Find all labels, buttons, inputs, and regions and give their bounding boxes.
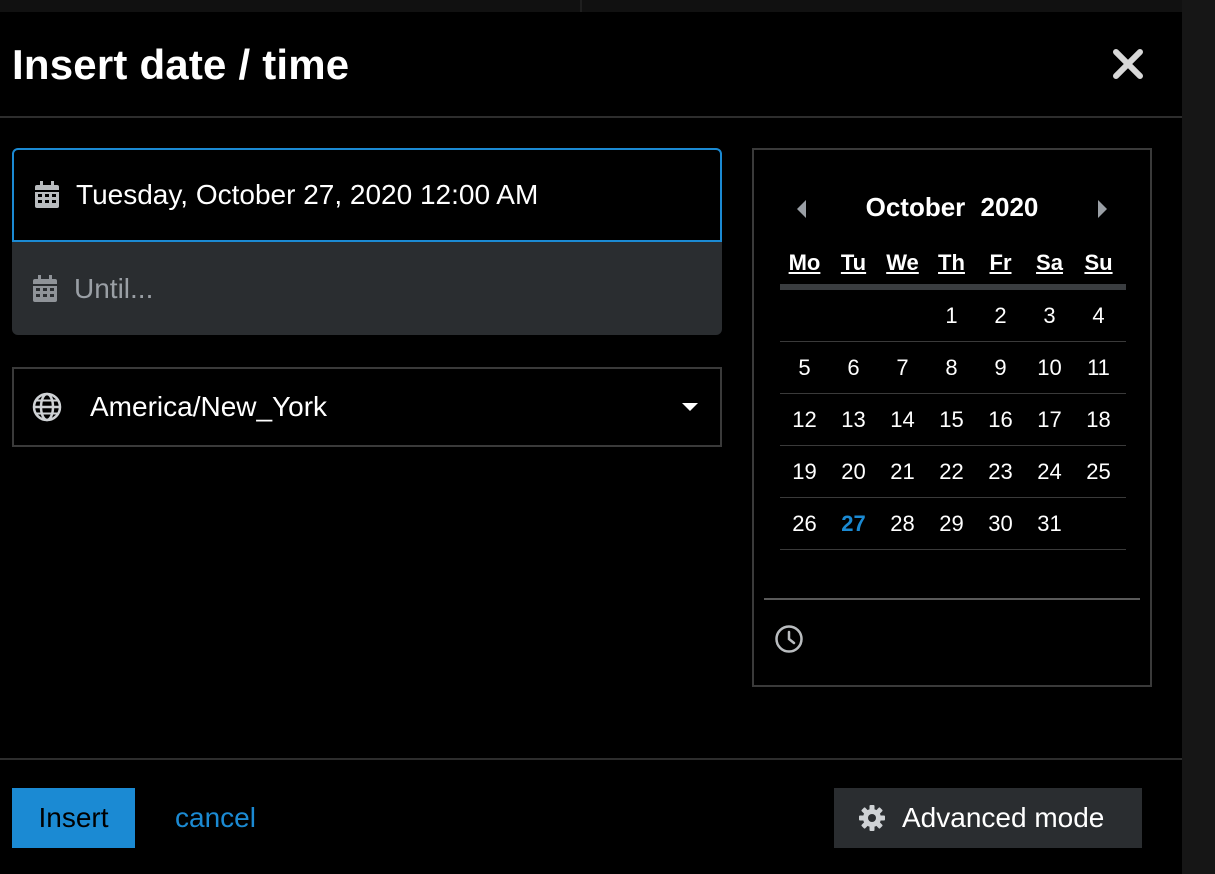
calendar-day[interactable]: 21 bbox=[878, 459, 927, 485]
calendar-day[interactable]: 17 bbox=[1025, 407, 1074, 433]
close-button[interactable] bbox=[1108, 44, 1148, 84]
calendar-day[interactable]: 11 bbox=[1074, 355, 1123, 381]
calendar-day[interactable]: 18 bbox=[1074, 407, 1123, 433]
weekday-label: Th bbox=[938, 250, 965, 275]
calendar-day[interactable]: 8 bbox=[927, 355, 976, 381]
calendar-day[interactable]: 31 bbox=[1025, 511, 1074, 537]
header-divider bbox=[0, 116, 1182, 118]
advanced-mode-label: Advanced mode bbox=[902, 802, 1105, 833]
background-page-strip bbox=[1182, 0, 1215, 874]
weekday-label: Tu bbox=[840, 250, 867, 275]
calendar-week: 19 20 21 22 23 24 25 bbox=[780, 446, 1126, 498]
gear-icon bbox=[858, 804, 886, 832]
start-date-field[interactable]: Tuesday, October 27, 2020 12:00 AM bbox=[12, 148, 722, 242]
timezone-select[interactable]: America/New_York bbox=[12, 367, 722, 447]
weekday-label: We bbox=[886, 250, 919, 275]
cancel-link[interactable]: cancel bbox=[175, 802, 256, 834]
calendar-day[interactable]: 23 bbox=[976, 459, 1025, 485]
calendar-day[interactable]: 1 bbox=[927, 303, 976, 329]
weekday-label: Su bbox=[1084, 250, 1113, 275]
close-icon bbox=[1111, 47, 1145, 81]
calendar-day[interactable]: 16 bbox=[976, 407, 1025, 433]
calendar-day[interactable]: 22 bbox=[927, 459, 976, 485]
calendar-day[interactable]: 15 bbox=[927, 407, 976, 433]
calendar-day[interactable]: 30 bbox=[976, 511, 1025, 537]
calendar-week: 1 2 3 4 bbox=[780, 290, 1126, 342]
calendar-day[interactable]: 6 bbox=[829, 355, 878, 381]
dialog-title: Insert date / time bbox=[12, 41, 350, 88]
calendar-day[interactable]: 2 bbox=[976, 303, 1025, 329]
calendar-day[interactable]: 28 bbox=[878, 511, 927, 537]
calendar-day-selected[interactable]: 27 bbox=[829, 511, 878, 537]
weekday-label: Mo bbox=[788, 250, 821, 275]
weekday-label: Fr bbox=[989, 250, 1012, 275]
calendar-day[interactable]: 13 bbox=[829, 407, 878, 433]
footer-divider bbox=[0, 758, 1182, 760]
calendar-day[interactable]: 7 bbox=[878, 355, 927, 381]
calendar-week: 12 13 14 15 16 17 18 bbox=[780, 394, 1126, 446]
calendar-day[interactable]: 10 bbox=[1025, 355, 1074, 381]
calendar-day[interactable]: 14 bbox=[878, 407, 927, 433]
calendar-day[interactable]: 26 bbox=[780, 511, 829, 537]
calendar-day[interactable]: 3 bbox=[1025, 303, 1074, 329]
chevron-right-icon[interactable] bbox=[1096, 198, 1110, 220]
calendar-day[interactable]: 25 bbox=[1074, 459, 1123, 485]
calendar-day[interactable]: 19 bbox=[780, 459, 829, 485]
clock-icon[interactable] bbox=[774, 624, 804, 654]
insert-date-dialog: Insert date / time Tuesday, October 27, … bbox=[0, 12, 1182, 874]
calendar-day[interactable]: 24 bbox=[1025, 459, 1074, 485]
weekday-label: Sa bbox=[1036, 250, 1063, 275]
calendar-month-label: October 2020 bbox=[754, 192, 1150, 223]
calendar-grid: Mo Tu We Th Fr Sa Su 1 2 3 4 5 6 7 8 9 1… bbox=[780, 248, 1126, 550]
calendar-month: October bbox=[865, 192, 966, 222]
calendar-time-divider bbox=[764, 598, 1140, 600]
calendar-year: 2020 bbox=[980, 192, 1039, 222]
until-date-placeholder: Until... bbox=[74, 272, 154, 304]
date-range-group: Tuesday, October 27, 2020 12:00 AM Until… bbox=[12, 148, 722, 335]
caret-down-icon bbox=[680, 401, 700, 413]
calendar-week: 26 27 28 29 30 31 bbox=[780, 498, 1126, 550]
calendar-weekday-header: Mo Tu We Th Fr Sa Su bbox=[780, 248, 1126, 290]
insert-button[interactable]: Insert bbox=[12, 788, 135, 848]
globe-icon bbox=[32, 392, 62, 422]
calendar-day[interactable]: 29 bbox=[927, 511, 976, 537]
calendar-day[interactable]: 9 bbox=[976, 355, 1025, 381]
calendar-icon bbox=[32, 274, 58, 303]
timezone-value: America/New_York bbox=[90, 391, 328, 422]
calendar-day[interactable]: 12 bbox=[780, 407, 829, 433]
calendar-icon bbox=[34, 181, 60, 209]
date-picker-calendar: October 2020 Mo Tu We Th Fr Sa Su 1 2 3 … bbox=[752, 148, 1152, 687]
calendar-day[interactable]: 20 bbox=[829, 459, 878, 485]
start-date-value: Tuesday, October 27, 2020 12:00 AM bbox=[76, 179, 539, 210]
advanced-mode-button[interactable]: Advanced mode bbox=[834, 788, 1142, 848]
calendar-day[interactable]: 4 bbox=[1074, 303, 1123, 329]
background-divider bbox=[580, 0, 582, 12]
until-date-field[interactable]: Until... bbox=[12, 242, 722, 335]
calendar-week: 5 6 7 8 9 10 11 bbox=[780, 342, 1126, 394]
calendar-day[interactable]: 5 bbox=[780, 355, 829, 381]
